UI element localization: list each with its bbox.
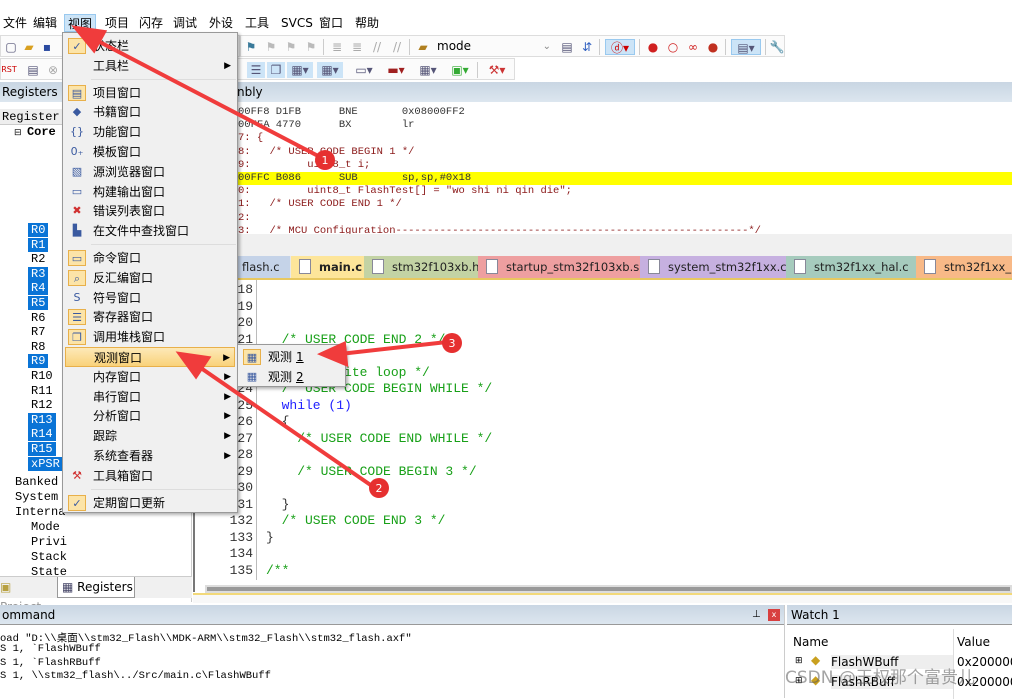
arrow-2-head [175,351,212,380]
arrow-3 [339,340,448,356]
arrow-3-head [316,341,349,368]
annotation-label-2: 2 [376,482,383,495]
arrow-2 [196,364,374,488]
arrow-1-head [71,25,108,54]
watermark: CSDN @王权那个富贵儿 [785,668,975,688]
annotation-overlay: 1 2 3 CSDN @王权那个富贵儿 [71,25,975,688]
arrow-1 [91,36,323,160]
annotation-label-1: 1 [322,154,329,167]
annotation-label-3: 3 [449,337,456,350]
